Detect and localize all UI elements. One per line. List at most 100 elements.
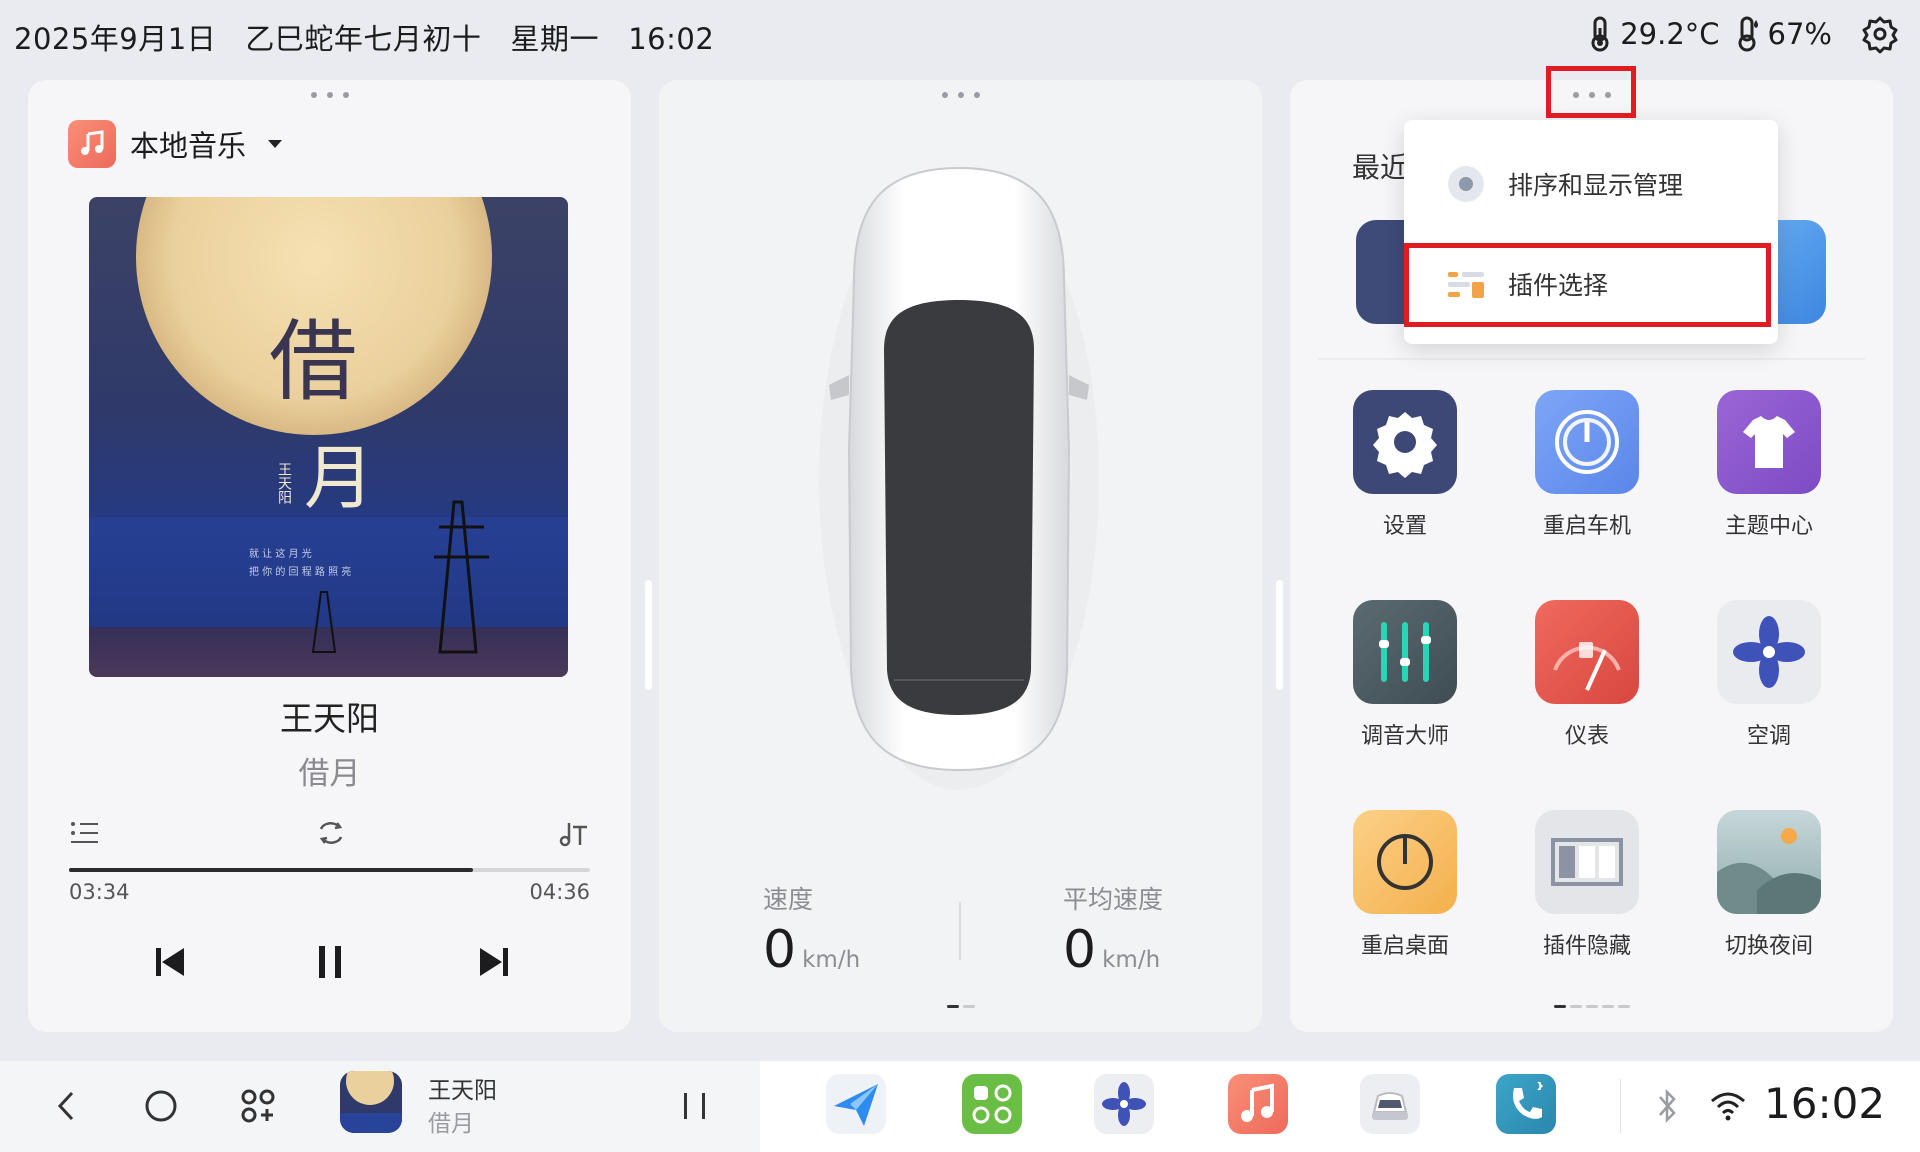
- album-big-char-1: 借: [269, 310, 357, 413]
- power-icon: [1353, 810, 1457, 914]
- app-plugin-hide[interactable]: 插件隐藏: [1502, 810, 1672, 960]
- page-indicator: [946, 1005, 975, 1008]
- status-bar: 2025年9月1日 乙巳蛇年七月初十 星期一 16:02 29.2°C 67%: [0, 0, 1920, 72]
- song-title: 借月: [298, 756, 361, 792]
- previous-track-icon[interactable]: [148, 940, 192, 984]
- gear-icon: [1353, 390, 1457, 494]
- app-restart-head-unit[interactable]: 重启车机: [1502, 390, 1672, 540]
- app-label: 重启车机: [1542, 514, 1631, 539]
- app-drawer-icon[interactable]: [233, 1081, 283, 1131]
- album-big-char-2: 月: [304, 437, 374, 519]
- app-restart-desktop[interactable]: 重启桌面: [1320, 810, 1490, 960]
- resize-handle[interactable]: [645, 580, 652, 690]
- music-widget[interactable]: 本地音乐 借 月 王天阳 就 让 这 月 光 把 你 的 回 程 路 照 亮 王…: [28, 80, 652, 1032]
- equalizer-icon: [1353, 600, 1457, 704]
- app-label: 设置: [1382, 514, 1427, 539]
- app-label: 重启桌面: [1360, 934, 1449, 959]
- page-indicator: [1553, 1005, 1630, 1008]
- menu-item-sort-display[interactable]: 排序和显示管理: [1404, 134, 1778, 234]
- settings-gear-icon[interactable]: [1860, 14, 1900, 54]
- song-artist: 王天阳: [280, 699, 379, 738]
- app-theme-center[interactable]: 主题中心: [1684, 390, 1854, 540]
- music-source-label: 本地音乐: [130, 129, 247, 163]
- navigation-icon[interactable]: [826, 1074, 886, 1134]
- app-instrument-cluster[interactable]: 仪表: [1502, 600, 1672, 750]
- lunar-date-text: 乙巳蛇年七月初十: [245, 22, 482, 56]
- now-playing-title[interactable]: 借月: [428, 1104, 474, 1138]
- speed-unit: km/h: [802, 947, 861, 973]
- date-text: 2025年9月1日: [14, 22, 217, 56]
- app-sound-master[interactable]: 调音大师: [1320, 600, 1490, 750]
- landscape-icon: [1717, 810, 1821, 914]
- humidity-value: 67%: [1767, 17, 1832, 51]
- app-night-mode[interactable]: 切换夜间: [1684, 810, 1854, 960]
- average-speed-label: 平均速度: [1063, 885, 1164, 914]
- speed-divider: [959, 902, 961, 960]
- app-settings[interactable]: 设置: [1320, 390, 1490, 540]
- music-source-selector[interactable]: 本地音乐: [68, 120, 283, 168]
- progress-fill: [69, 868, 473, 872]
- app-label: 仪表: [1564, 724, 1609, 749]
- speed-value: 0: [763, 920, 797, 980]
- temperature-value: 29.2°C: [1620, 17, 1720, 51]
- taskbar-clock: 16:02: [1764, 1079, 1886, 1128]
- app-label: 调音大师: [1360, 724, 1449, 749]
- average-speed-value: 0: [1063, 920, 1097, 980]
- resize-handle[interactable]: [1276, 580, 1283, 690]
- humidity-icon: [1738, 16, 1758, 52]
- temperature-indicator: 29.2°C: [1586, 16, 1720, 52]
- highlight-box-plugin-select: [1404, 243, 1771, 327]
- chevron-down-icon: [268, 140, 283, 148]
- weekday-text: 星期一: [510, 22, 600, 56]
- phone-icon[interactable]: [1496, 1074, 1556, 1134]
- next-track-icon[interactable]: [472, 940, 516, 984]
- music-icon[interactable]: [1228, 1074, 1288, 1134]
- car-icon[interactable]: [1360, 1074, 1420, 1134]
- menu-item-label: 排序和显示管理: [1508, 171, 1684, 200]
- drag-handle-dots[interactable]: [310, 92, 349, 98]
- taskbar-divider: [1620, 1079, 1621, 1133]
- status-time: 16:02: [628, 22, 715, 56]
- app-label: 插件隐藏: [1542, 934, 1631, 959]
- playlist-icon[interactable]: [68, 815, 104, 851]
- elapsed-time: 03:34: [69, 880, 130, 904]
- now-playing-thumbnail[interactable]: [340, 1071, 402, 1133]
- album-cover[interactable]: 借 月 王天阳 就 让 这 月 光 把 你 的 回 程 路 照 亮: [89, 197, 568, 677]
- now-playing-artist[interactable]: 王天阳: [428, 1071, 497, 1105]
- power-icon: [1535, 390, 1639, 494]
- tshirt-icon: [1717, 390, 1821, 494]
- vehicle-widget[interactable]: 速度 0 km/h 平均速度 0 km/h: [659, 80, 1283, 1032]
- app-label: 空调: [1746, 724, 1791, 749]
- app-label: 主题中心: [1724, 514, 1813, 539]
- album-lyric-2: 把 你 的 回 程 路 照 亮: [249, 565, 351, 578]
- average-speed-unit: km/h: [1102, 947, 1161, 973]
- app-label: 切换夜间: [1724, 934, 1813, 959]
- apps-grid-icon[interactable]: [962, 1074, 1022, 1134]
- humidity-indicator: 67%: [1734, 16, 1832, 52]
- drag-handle-dots[interactable]: [941, 92, 980, 98]
- app-air-conditioning[interactable]: 空调: [1684, 600, 1854, 750]
- album-lyric-1: 就 让 这 月 光: [249, 547, 312, 560]
- total-duration: 04:36: [529, 880, 590, 904]
- fan-icon: [1717, 600, 1821, 704]
- back-icon[interactable]: [42, 1081, 92, 1131]
- sort-display-icon: [1448, 166, 1484, 202]
- fan-icon[interactable]: [1094, 1074, 1154, 1134]
- music-app-icon: [68, 120, 116, 168]
- wifi-icon[interactable]: [1708, 1089, 1748, 1121]
- taskbar: 王天阳 借月 16:02: [0, 1061, 1920, 1152]
- thermometer-icon: [1591, 16, 1609, 52]
- section-divider: [1318, 358, 1865, 360]
- average-speed-display: 平均速度 0 km/h: [1063, 880, 1163, 980]
- pause-icon[interactable]: [308, 940, 352, 984]
- highlight-box-more-options: [1546, 66, 1636, 118]
- speed-display: 速度 0 km/h: [763, 880, 860, 980]
- bluetooth-icon[interactable]: [1654, 1087, 1680, 1125]
- repeat-icon[interactable]: [313, 815, 349, 851]
- lyrics-icon[interactable]: [555, 815, 591, 851]
- album-artist-text: 王天阳: [276, 462, 292, 504]
- home-icon[interactable]: [136, 1081, 186, 1131]
- columns-icon: [1535, 810, 1639, 914]
- pause-icon[interactable]: [680, 1087, 710, 1125]
- playback-progress-bar[interactable]: [69, 868, 590, 872]
